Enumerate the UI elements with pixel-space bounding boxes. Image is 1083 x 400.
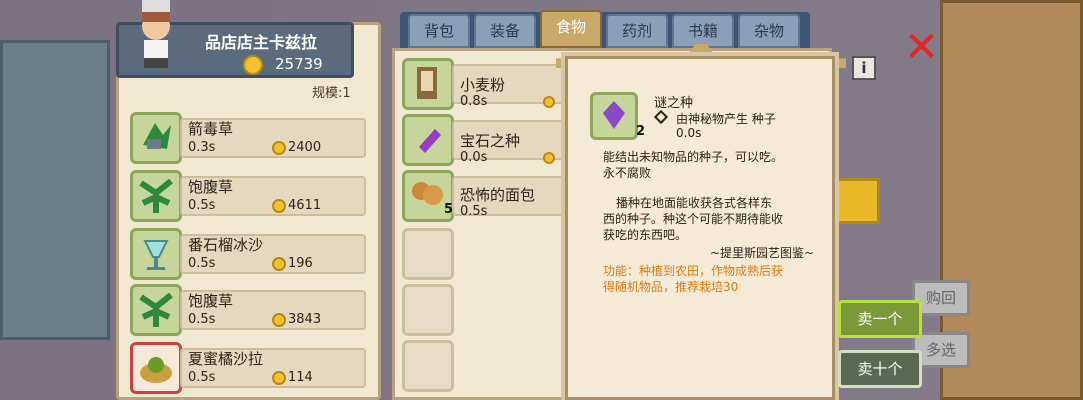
coin-icon (272, 371, 286, 385)
item-name: 番石榴冰沙 (188, 236, 264, 254)
item-price: 114 (288, 370, 313, 385)
detail-lore-1: 播种在地面能收获各式各样东 (616, 196, 773, 210)
coin-icon (272, 313, 286, 327)
shopkeeper-avatar (142, 0, 170, 68)
detail-time: 0.0s (676, 126, 702, 140)
item-time: 0.5s (188, 198, 216, 213)
item-price: 4611 (288, 198, 322, 213)
item-time: 0.5s (188, 256, 216, 271)
inventory-slot-empty[interactable] (402, 228, 454, 280)
item-slot (130, 228, 182, 280)
tab-equipment[interactable]: 装备 (474, 14, 536, 48)
tab-misc[interactable]: 杂物 (738, 14, 800, 48)
item-time: 0.3s (188, 140, 216, 155)
coin-icon (543, 152, 555, 164)
item-name: 箭毒草 (188, 120, 234, 138)
tab-potion[interactable]: 药剂 (606, 14, 668, 48)
item-time: 0.5s (188, 370, 216, 385)
item-slot (130, 112, 182, 164)
poison-herb-icon (143, 123, 171, 149)
detail-lore-source: ~提里斯园艺图鉴~ (710, 246, 815, 260)
shop-item[interactable]: 饱腹草 0.5s 4611 (130, 170, 368, 222)
inventory-slot[interactable] (402, 58, 454, 110)
mystery-seed-icon (603, 101, 625, 129)
coin-icon (272, 199, 286, 213)
inventory-item-name: 恐怖的面包 (460, 186, 536, 204)
left-room-floor (0, 40, 110, 340)
detail-source: 由神秘物产生 种子 (676, 112, 776, 126)
coin-icon (243, 55, 263, 75)
tab-food[interactable]: 食物 (540, 10, 602, 48)
gem-seed-icon (419, 129, 441, 153)
detail-lore-3: 获吃的东西吧。 (603, 228, 688, 242)
item-name: 饱腹草 (188, 292, 234, 310)
inventory-slot-empty[interactable] (402, 284, 454, 336)
sell-one-button[interactable]: 卖一个 (838, 300, 922, 338)
shop-item[interactable]: 箭毒草 0.3s 2400 (130, 112, 368, 164)
item-time: 0.5s (188, 312, 216, 327)
close-icon[interactable]: ✕ (904, 26, 939, 68)
inventory-item-time: 0.5s (460, 204, 488, 219)
info-button[interactable]: i (852, 56, 876, 80)
inventory-item-name: 小麦粉 (460, 76, 506, 94)
coin-icon (272, 141, 286, 155)
shop-item[interactable]: 饱腹草 0.5s 3843 (130, 284, 368, 336)
shop-scale: 规模:1 (312, 86, 351, 101)
item-slot (130, 170, 182, 222)
salad-icon (140, 357, 172, 383)
detail-desc-1: 能结出未知物品的种子，可以吃。 (603, 150, 784, 164)
shop-item[interactable]: 夏蜜橘沙拉 0.5s 114 (130, 342, 368, 394)
item-name: 饱腹草 (188, 178, 234, 196)
item-slot (130, 342, 182, 394)
tab-books[interactable]: 书籍 (672, 14, 734, 48)
inventory-item-time: 0.0s (460, 150, 488, 165)
shop-item[interactable]: 番石榴冰沙 0.5s 196 (130, 228, 368, 280)
detail-lore-2: 西的种子。种这个可能不期待能收 (603, 212, 784, 226)
sell-ten-button[interactable]: 卖十个 (838, 350, 922, 388)
owner-money: 25739 (275, 55, 323, 73)
detail-desc-2: 永不腐败 (603, 166, 652, 180)
inventory-item-time: 0.8s (460, 94, 488, 109)
detail-item-name: 谜之种 (654, 96, 694, 111)
item-quantity: 5 (444, 202, 454, 217)
owner-name: 品店店主卡兹拉 (205, 33, 318, 52)
coin-icon (272, 257, 286, 271)
inventory-slot[interactable] (402, 114, 454, 166)
herb-icon (139, 178, 173, 213)
item-name: 夏蜜橘沙拉 (188, 350, 264, 368)
herb-icon (139, 292, 173, 327)
detail-function-1: 功能：种植到农田，作物成熟后获 (603, 264, 784, 278)
item-price: 3843 (288, 312, 322, 327)
detail-quantity: 2 (636, 124, 646, 139)
flour-icon (417, 67, 437, 99)
item-slot (130, 284, 182, 336)
inventory-item-name: 宝石之种 (460, 132, 521, 150)
detail-function-2: 得随机物品，推荐栽培30 (603, 280, 739, 294)
item-price: 196 (288, 256, 313, 271)
smoothie-icon (143, 240, 169, 270)
item-price: 2400 (288, 140, 322, 155)
tab-bag[interactable]: 背包 (408, 14, 470, 48)
inventory-slot-empty[interactable] (402, 340, 454, 392)
detail-item-slot (590, 92, 638, 140)
selected-highlight (832, 178, 880, 224)
coin-icon (543, 96, 555, 108)
